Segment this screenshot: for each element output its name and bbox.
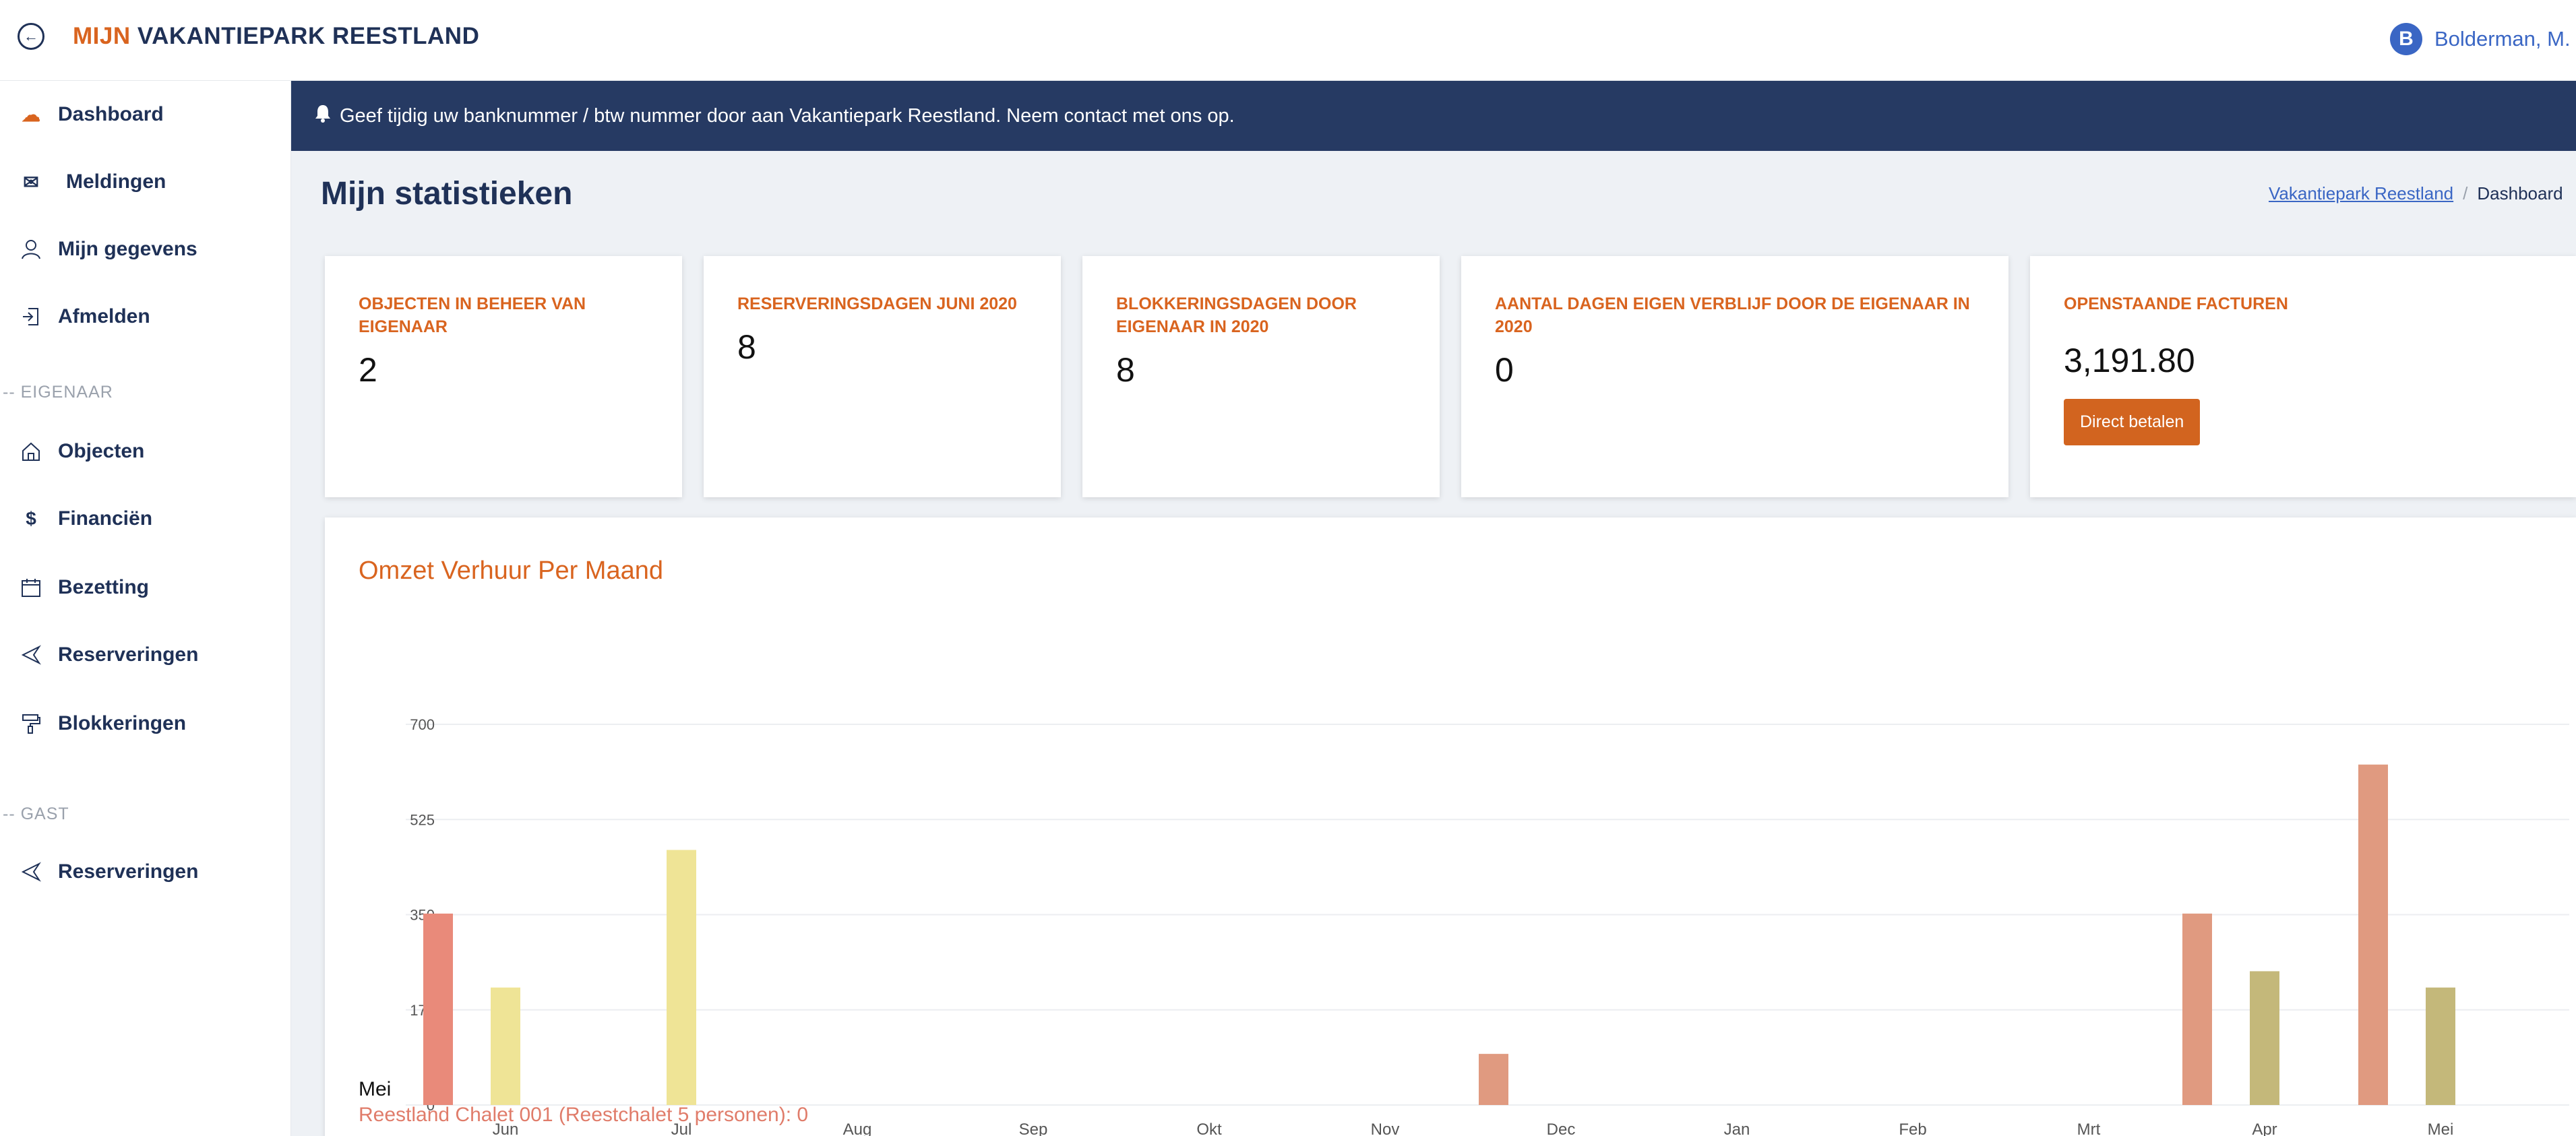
chart-tooltip-month: Mei [359,1078,392,1100]
sidebar-item-label: Meldingen [66,170,166,193]
brand-accent: MIJN [73,23,131,49]
breadcrumb: Vakantiepark Reestland / Dashboard [2269,183,2563,204]
y-tick-label: 525 [410,811,435,828]
brand-logo[interactable]: MIJN VAKANTIEPARK REESTLAND [73,23,479,50]
stat-card-reserveringsdagen: RESERVERINGSDAGEN JUNI 2020 8 [704,256,1061,497]
sidebar-item-label: Objecten [58,440,145,462]
user-menu[interactable]: B Bolderman, M. [2390,23,2576,55]
arrow-left-icon: ← [24,28,38,44]
x-tick-label: Nov [1371,1121,1400,1136]
send-icon [19,643,43,667]
section-label-eigenaar: -- EIGENAAR [3,383,113,402]
sidebar-item-label: Dashboard [58,103,164,125]
cloud-icon: ☁ [22,104,40,125]
chart-bar[interactable] [1479,1054,1508,1105]
sidebar-item-dashboard[interactable]: ☁ Dashboard [19,102,164,127]
stat-card-title: RESERVERINGSDAGEN JUNI 2020 [737,294,1017,313]
x-tick-label: Dec [1547,1121,1576,1136]
revenue-bar-chart: 0175350525700Jun Jul Aug Sep Okt Nov Dec Jan Feb… [406,716,2569,1136]
revenue-chart-card: Omzet Verhuur Per Maand 0 175 350 525 700 Jun… [325,517,2576,1136]
chart-bar[interactable] [2182,913,2212,1105]
x-tick-label: Aug [843,1121,872,1136]
user-icon [19,237,43,261]
sidebar-item-financien[interactable]: $ Financiën [19,507,152,531]
stat-card-value: 2 [359,351,377,389]
logout-icon [19,305,43,329]
main-content: Geef tijdig uw banknummer / btw nummer d… [291,81,2576,1136]
send-icon [19,860,43,884]
sidebar-item-reserveringen[interactable]: Reserveringen [19,643,198,667]
stat-card-value: 8 [737,328,756,366]
top-header: ← MIJN VAKANTIEPARK REESTLAND B Bolderma… [0,0,2576,81]
x-tick-label: Mei [2428,1121,2454,1136]
sidebar-item-label: Blokkeringen [58,712,187,734]
brand-name: VAKANTIEPARK REESTLAND [137,23,480,49]
breadcrumb-current: Dashboard [2477,183,2563,203]
x-tick-label: Sep [1019,1121,1048,1136]
stat-card-title: AANTAL DAGEN EIGEN VERBLIJF DOOR DE EIGE… [1495,294,1970,336]
x-tick-label: Feb [1899,1121,1926,1136]
sidebar-item-gast-reserveringen[interactable]: Reserveringen [19,860,198,884]
sidebar-item-label: Mijn gegevens [58,238,197,260]
direct-betalen-button[interactable]: Direct betalen [2064,399,2201,445]
breadcrumb-separator: / [2463,183,2468,203]
sidebar-item-meldingen[interactable]: ✉ Meldingen [19,170,166,194]
chart-bar[interactable] [491,987,520,1105]
x-tick-label: Mrt [2077,1121,2101,1136]
stat-card-title: OBJECTEN IN BEHEER VAN EIGENAAR [359,294,586,336]
x-tick-label: Apr [2252,1121,2277,1136]
sidebar-item-label: Afmelden [58,305,150,327]
sidebar-item-afmelden[interactable]: Afmelden [19,305,150,329]
page-title: Mijn statistieken [321,176,573,212]
sidebar: ☁ Dashboard ✉ Meldingen Mijn gegevens Af… [0,81,291,1136]
stat-card-eigen-verblijf: AANTAL DAGEN EIGEN VERBLIJF DOOR DE EIGE… [1461,256,2008,497]
dollar-icon: $ [26,508,36,529]
back-button[interactable]: ← [18,23,44,50]
bell-icon [314,104,332,128]
sidebar-item-label: Bezetting [58,576,149,598]
user-name: Bolderman, M. [2434,27,2571,51]
home-icon [19,439,43,464]
mail-icon: ✉ [23,171,39,193]
chart-bar[interactable] [667,850,696,1105]
calendar-icon [19,575,43,600]
x-tick-label: Okt [1196,1121,1222,1136]
stat-card-openstaande-facturen: OPENSTAANDE FACTUREN 3,191.80 Direct bet… [2030,256,2576,497]
chart-bar[interactable] [423,913,453,1105]
chart-bar[interactable] [2358,764,2388,1105]
sidebar-item-mijn-gegevens[interactable]: Mijn gegevens [19,237,197,261]
stat-card-title: BLOKKERINGSDAGEN DOOR EIGENAAR IN 2020 [1116,294,1357,336]
stat-card-value: 8 [1116,351,1135,389]
avatar: B [2390,23,2422,55]
sidebar-item-bezetting[interactable]: Bezetting [19,575,149,600]
y-tick-label: 700 [410,716,435,733]
paint-roller-icon [19,712,43,736]
sidebar-item-label: Reserveringen [58,643,199,666]
sidebar-item-blokkeringen[interactable]: Blokkeringen [19,712,186,736]
sidebar-item-label: Reserveringen [58,860,199,883]
sidebar-item-label: Financiën [58,507,153,530]
stat-card-blokkeringsdagen: BLOKKERINGSDAGEN DOOR EIGENAAR IN 2020 8 [1082,256,1440,497]
stat-card-value: 3,191.80 [2064,342,2195,379]
chart-bar[interactable] [2426,987,2455,1105]
notification-banner: Geef tijdig uw banknummer / btw nummer d… [291,81,2576,151]
stat-card-objecten: OBJECTEN IN BEHEER VAN EIGENAAR 2 [325,256,682,497]
section-label-gast: -- GAST [3,804,69,823]
banner-text: Geef tijdig uw banknummer / btw nummer d… [340,104,1235,127]
sidebar-item-objecten[interactable]: Objecten [19,439,144,464]
breadcrumb-link[interactable]: Vakantiepark Reestland [2269,183,2453,203]
stat-card-title: OPENSTAANDE FACTUREN [2064,294,2288,313]
x-tick-label: Jan [1724,1121,1750,1136]
chart-bar[interactable] [2250,971,2279,1105]
chart-tooltip-line: Reestland Chalet 001 (Reestchalet 5 pers… [359,1104,809,1126]
stat-card-value: 0 [1495,351,1514,389]
